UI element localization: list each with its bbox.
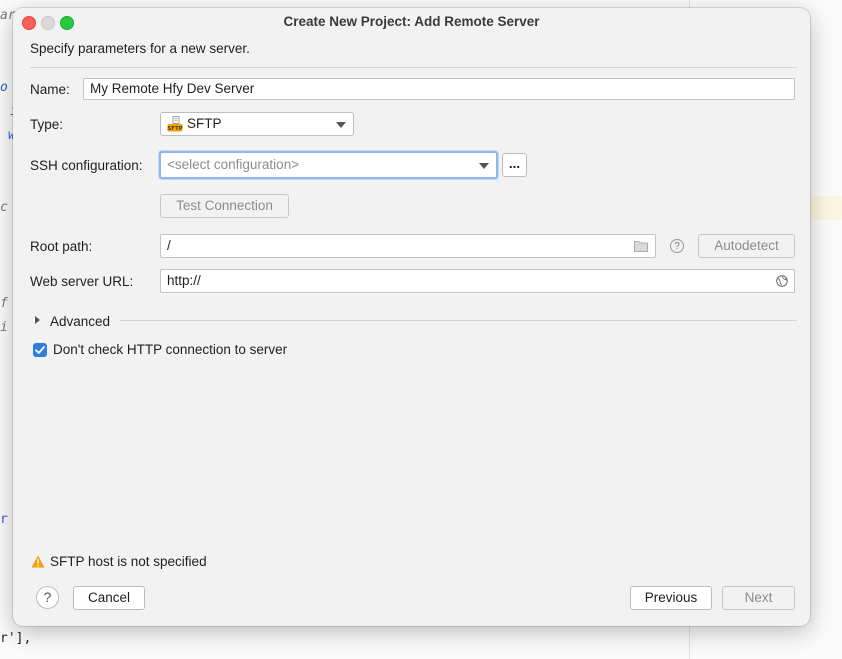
add-remote-server-dialog: Create New Project: Add Remote Server Sp… bbox=[13, 8, 810, 626]
chevron-down-icon bbox=[336, 122, 346, 128]
root-path-value: / bbox=[167, 238, 171, 253]
name-field-value: My Remote Hfy Dev Server bbox=[90, 81, 255, 96]
header-separator bbox=[30, 67, 797, 68]
title-bar: Create New Project: Add Remote Server bbox=[13, 8, 810, 36]
code-fragment: o bbox=[0, 80, 8, 95]
autodetect-button[interactable]: Autodetect bbox=[698, 234, 795, 258]
type-dropdown[interactable]: SFTP SFTP bbox=[160, 112, 354, 136]
checkmark-icon bbox=[35, 346, 45, 354]
globe-icon[interactable] bbox=[776, 275, 788, 287]
advanced-separator bbox=[120, 320, 797, 321]
code-fragment: i bbox=[0, 320, 8, 335]
editor-line-highlight bbox=[810, 196, 842, 220]
svg-text:SFTP: SFTP bbox=[167, 126, 183, 132]
code-fragment: r bbox=[0, 512, 8, 527]
ssh-configuration-label: SSH configuration: bbox=[30, 158, 143, 173]
previous-button[interactable]: Previous bbox=[630, 586, 712, 610]
type-dropdown-value: SFTP bbox=[187, 116, 222, 131]
advanced-section-toggle[interactable]: Advanced bbox=[50, 314, 110, 329]
code-fragment: r'], bbox=[0, 631, 32, 646]
root-path-label: Root path: bbox=[30, 239, 93, 254]
help-button[interactable]: ? bbox=[36, 586, 59, 609]
name-field[interactable]: My Remote Hfy Dev Server bbox=[83, 78, 795, 100]
dont-check-http-label[interactable]: Don't check HTTP connection to server bbox=[53, 342, 287, 357]
chevron-down-icon bbox=[479, 163, 489, 169]
warning-icon bbox=[31, 555, 45, 568]
chevron-right-icon[interactable] bbox=[35, 316, 40, 324]
root-path-field[interactable]: / bbox=[160, 234, 656, 258]
code-fragment: f bbox=[0, 296, 8, 311]
ssh-configuration-dropdown[interactable]: <select configuration> bbox=[159, 151, 498, 179]
folder-icon[interactable] bbox=[634, 240, 649, 252]
web-server-url-label: Web server URL: bbox=[30, 274, 134, 289]
dont-check-http-checkbox[interactable] bbox=[33, 343, 47, 357]
root-path-help-icon[interactable]: ? bbox=[670, 239, 684, 253]
type-label: Type: bbox=[30, 117, 64, 132]
name-label: Name: bbox=[30, 82, 70, 97]
dialog-subtitle: Specify parameters for a new server. bbox=[30, 41, 250, 56]
dialog-title: Create New Project: Add Remote Server bbox=[283, 14, 540, 29]
cancel-button[interactable]: Cancel bbox=[73, 586, 145, 610]
warning-message: SFTP host is not specified bbox=[50, 554, 207, 569]
ssh-configuration-placeholder: <select configuration> bbox=[167, 157, 300, 172]
code-fragment: c bbox=[0, 200, 8, 215]
web-server-url-value: http:// bbox=[167, 273, 201, 288]
test-connection-button[interactable]: Test Connection bbox=[160, 194, 289, 218]
sftp-icon: SFTP bbox=[167, 116, 183, 132]
web-server-url-field[interactable]: http:// bbox=[160, 269, 795, 293]
ssh-configuration-more-button[interactable]: ... bbox=[502, 153, 527, 177]
next-button[interactable]: Next bbox=[722, 586, 795, 610]
